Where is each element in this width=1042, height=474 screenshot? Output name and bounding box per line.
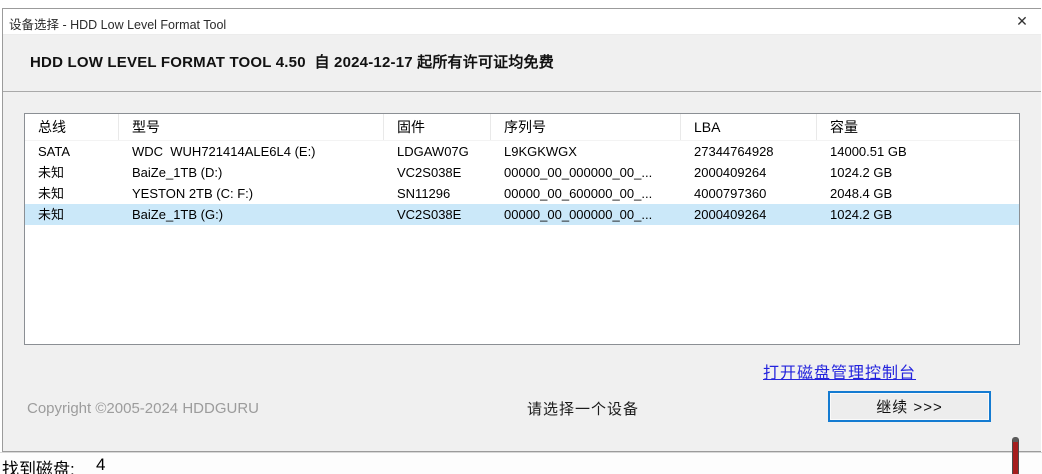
status-text: 请选择一个设备 [527, 398, 639, 419]
cell-serial: L9KGKWGX [491, 141, 681, 162]
cell-model: BaiZe_1TB (D:) [119, 162, 384, 183]
cell-serial: 00000_00_000000_00_... [491, 162, 681, 183]
license-banner: HDD LOW LEVEL FORMAT TOOL 4.50 自 2024-12… [3, 35, 1041, 92]
table-row[interactable]: 未知BaiZe_1TB (D:)VC2S038E00000_00_000000_… [25, 162, 1019, 183]
disks-found-label: 找到磁盘: [2, 455, 75, 474]
cell-firmware: LDGAW07G [384, 141, 491, 162]
column-header-capacity[interactable]: 容量 [817, 114, 1019, 140]
table-body: SATAWDC WUH721414ALE6L4 (E:)LDGAW07GL9KG… [25, 141, 1019, 225]
cell-capacity: 2048.4 GB [817, 183, 1019, 204]
background-statusbar: 找到磁盘: 4 [0, 452, 1042, 474]
screen: 设备选择 - HDD Low Level Format Tool ✕ HDD L… [0, 0, 1042, 474]
titlebar[interactable]: 设备选择 - HDD Low Level Format Tool ✕ [3, 9, 1041, 35]
cell-capacity: 1024.2 GB [817, 162, 1019, 183]
cell-model: WDC WUH721414ALE6L4 (E:) [119, 141, 384, 162]
cell-firmware: SN11296 [384, 183, 491, 204]
cell-model: BaiZe_1TB (G:) [119, 204, 384, 225]
cell-firmware: VC2S038E [384, 162, 491, 183]
table-row[interactable]: 未知BaiZe_1TB (G:)VC2S038E00000_00_000000_… [25, 204, 1019, 225]
cell-serial: 00000_00_000000_00_... [491, 204, 681, 225]
column-header-serial[interactable]: 序列号 [491, 114, 681, 140]
device-selection-dialog: 设备选择 - HDD Low Level Format Tool ✕ HDD L… [2, 8, 1041, 452]
column-header-firmware[interactable]: 固件 [384, 114, 491, 140]
cell-capacity: 14000.51 GB [817, 141, 1019, 162]
column-header-model[interactable]: 型号 [119, 114, 384, 140]
column-header-bus[interactable]: 总线 [25, 114, 119, 140]
cell-bus: 未知 [25, 204, 119, 225]
device-table[interactable]: 总线 型号 固件 序列号 LBA 容量 SATAWDC WUH721414ALE… [24, 113, 1020, 345]
cell-bus: 未知 [25, 162, 119, 183]
window-title: 设备选择 - HDD Low Level Format Tool [9, 14, 226, 33]
cell-lba: 27344764928 [681, 141, 817, 162]
open-disk-management-link[interactable]: 打开磁盘管理控制台 [763, 359, 916, 383]
cell-capacity: 1024.2 GB [817, 204, 1019, 225]
cell-model: YESTON 2TB (C: F:) [119, 183, 384, 204]
continue-button[interactable]: 继续 >>> [828, 391, 991, 422]
cell-serial: 00000_00_600000_00_... [491, 183, 681, 204]
table-row[interactable]: SATAWDC WUH721414ALE6L4 (E:)LDGAW07GL9KG… [25, 141, 1019, 162]
cell-lba: 2000409264 [681, 204, 817, 225]
table-header: 总线 型号 固件 序列号 LBA 容量 [25, 114, 1019, 141]
red-indicator-bar [1012, 437, 1019, 474]
column-header-lba[interactable]: LBA [681, 114, 817, 140]
cell-firmware: VC2S038E [384, 204, 491, 225]
cell-bus: 未知 [25, 183, 119, 204]
table-row[interactable]: 未知YESTON 2TB (C: F:)SN1129600000_00_6000… [25, 183, 1019, 204]
disks-found-value: 4 [96, 455, 105, 474]
close-icon[interactable]: ✕ [1013, 13, 1031, 30]
cell-lba: 2000409264 [681, 162, 817, 183]
cell-bus: SATA [25, 141, 119, 162]
cell-lba: 4000797360 [681, 183, 817, 204]
copyright-text: Copyright ©2005-2024 HDDGURU [27, 400, 259, 417]
